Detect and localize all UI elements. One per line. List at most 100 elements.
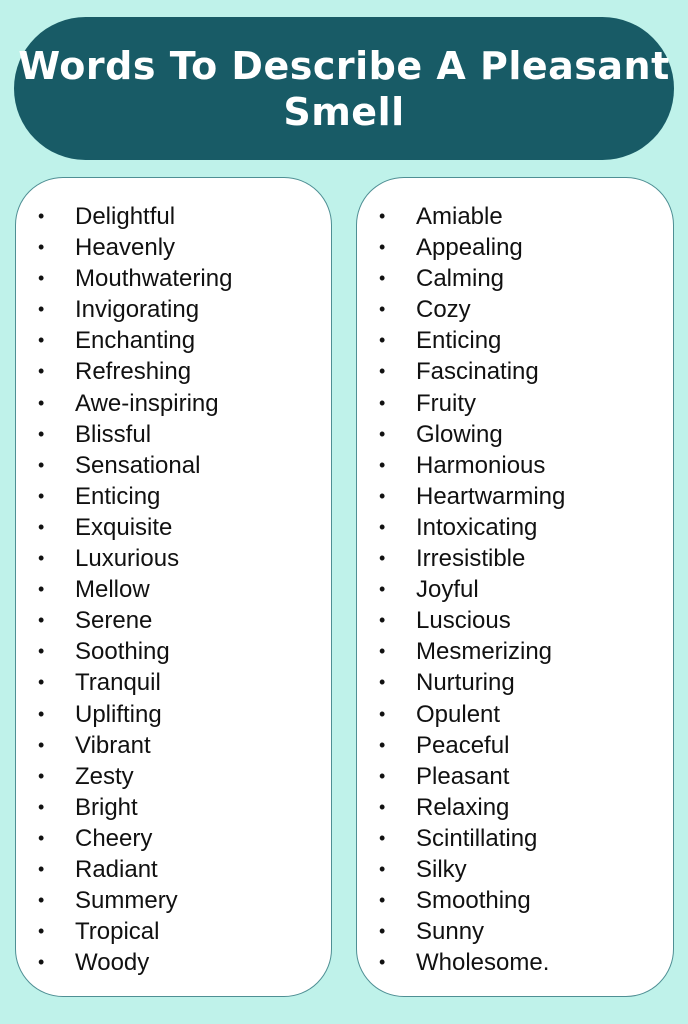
list-item: • Vibrant — [16, 730, 331, 761]
bullet-icon: • — [379, 858, 386, 879]
bullet-icon: • — [38, 796, 45, 817]
list-item: • Serene — [16, 605, 331, 636]
word-text: Heavenly — [75, 234, 176, 262]
word-text: Fascinating — [416, 358, 539, 386]
list-item: • Bright — [16, 792, 331, 823]
word-text: Appealing — [416, 234, 523, 262]
word-text: Nurturing — [416, 669, 515, 697]
word-list-card-left: • Delightful • Heavenly • Mouthwatering • Invig… — [15, 177, 332, 997]
list-item: • Uplifting — [16, 699, 331, 730]
list-item: • Summery — [16, 885, 331, 916]
word-text: Relaxing — [416, 793, 510, 821]
list-item: • Opulent — [357, 699, 673, 730]
bullet-icon: • — [379, 268, 386, 289]
page-title: Words To Describe A Pleasant Smell — [18, 43, 670, 134]
word-text: Mellow — [75, 576, 150, 604]
list-item: • Mellow — [16, 574, 331, 605]
list-item: • Soothing — [16, 636, 331, 667]
word-text: Silky — [416, 855, 467, 883]
list-item: • Mesmerizing — [357, 636, 673, 667]
list-item: • Tropical — [16, 916, 331, 947]
bullet-icon: • — [379, 641, 386, 662]
word-text: Sunny — [416, 918, 485, 946]
word-text: Wholesome. — [416, 949, 550, 977]
word-list-left: • Delightful • Heavenly • Mouthwatering • Invig… — [16, 201, 331, 978]
list-item: • Relaxing — [357, 792, 673, 823]
word-text: Glowing — [416, 420, 503, 448]
list-item: • Radiant — [16, 854, 331, 885]
word-text: Luscious — [416, 607, 511, 635]
list-item: • Enticing — [357, 325, 673, 356]
bullet-icon: • — [379, 952, 386, 973]
bullet-icon: • — [379, 392, 386, 413]
list-item: • Appealing — [357, 232, 673, 263]
bullet-icon: • — [38, 548, 45, 569]
bullet-icon: • — [38, 610, 45, 631]
list-item: • Luscious — [357, 605, 673, 636]
list-item: • Invigorating — [16, 294, 331, 325]
bullet-icon: • — [379, 237, 386, 258]
word-text: Scintillating — [416, 824, 538, 852]
bullet-icon: • — [38, 858, 45, 879]
bullet-icon: • — [379, 330, 386, 351]
word-text: Cheery — [75, 824, 153, 852]
word-text: Zesty — [75, 762, 134, 790]
list-item: • Woody — [16, 947, 331, 978]
word-text: Radiant — [75, 855, 158, 883]
bullet-icon: • — [38, 485, 45, 506]
word-text: Awe-inspiring — [75, 389, 219, 417]
list-item: • Tranquil — [16, 667, 331, 698]
word-text: Harmonious — [416, 451, 546, 479]
bullet-icon: • — [379, 827, 386, 848]
word-text: Sensational — [75, 451, 201, 479]
list-item: • Wholesome. — [357, 947, 673, 978]
list-item: • Amiable — [357, 201, 673, 232]
list-item: • Fruity — [357, 388, 673, 419]
word-text: Amiable — [416, 203, 503, 230]
bullet-icon: • — [379, 454, 386, 475]
bullet-icon: • — [379, 734, 386, 755]
word-list-right: • Amiable • Appealing • Calming • Cozy • Enticing… — [357, 201, 673, 978]
bullet-icon: • — [38, 516, 45, 537]
word-text: Refreshing — [75, 358, 192, 386]
list-item: • Sensational — [16, 450, 331, 481]
word-text: Joyful — [416, 576, 479, 604]
word-text: Pleasant — [416, 762, 510, 790]
list-item: • Heavenly — [16, 232, 331, 263]
bullet-icon: • — [379, 672, 386, 693]
word-text: Uplifting — [75, 700, 162, 728]
list-item: • Silky — [357, 854, 673, 885]
bullet-icon: • — [38, 734, 45, 755]
word-text: Vibrant — [75, 731, 151, 759]
word-text: Serene — [75, 607, 153, 635]
list-item: • Enticing — [16, 481, 331, 512]
word-text: Peaceful — [416, 731, 510, 759]
bullet-icon: • — [38, 703, 45, 724]
list-item: • Cozy — [357, 294, 673, 325]
bullet-icon: • — [379, 890, 386, 911]
bullet-icon: • — [38, 952, 45, 973]
bullet-icon: • — [38, 299, 45, 320]
word-text: Opulent — [416, 700, 501, 728]
list-item: • Refreshing — [16, 356, 331, 387]
bullet-icon: • — [379, 423, 386, 444]
list-item: • Joyful — [357, 574, 673, 605]
word-text: Fruity — [416, 389, 476, 417]
bullet-icon: • — [379, 206, 386, 226]
word-text: Mouthwatering — [75, 265, 233, 293]
word-text: Soothing — [75, 638, 170, 666]
bullet-icon: • — [379, 516, 386, 537]
list-item: • Sunny — [357, 916, 673, 947]
word-text: Delightful — [75, 203, 176, 230]
bullet-icon: • — [38, 641, 45, 662]
list-item: • Mouthwatering — [16, 263, 331, 294]
bullet-icon: • — [379, 485, 386, 506]
word-text: Cozy — [416, 296, 471, 324]
word-text: Mesmerizing — [416, 638, 553, 666]
word-text: Bright — [75, 793, 138, 821]
list-item: • Scintillating — [357, 823, 673, 854]
list-item: • Exquisite — [16, 512, 331, 543]
bullet-icon: • — [38, 268, 45, 289]
word-text: Tropical — [75, 918, 160, 946]
list-item: • Heartwarming — [357, 481, 673, 512]
